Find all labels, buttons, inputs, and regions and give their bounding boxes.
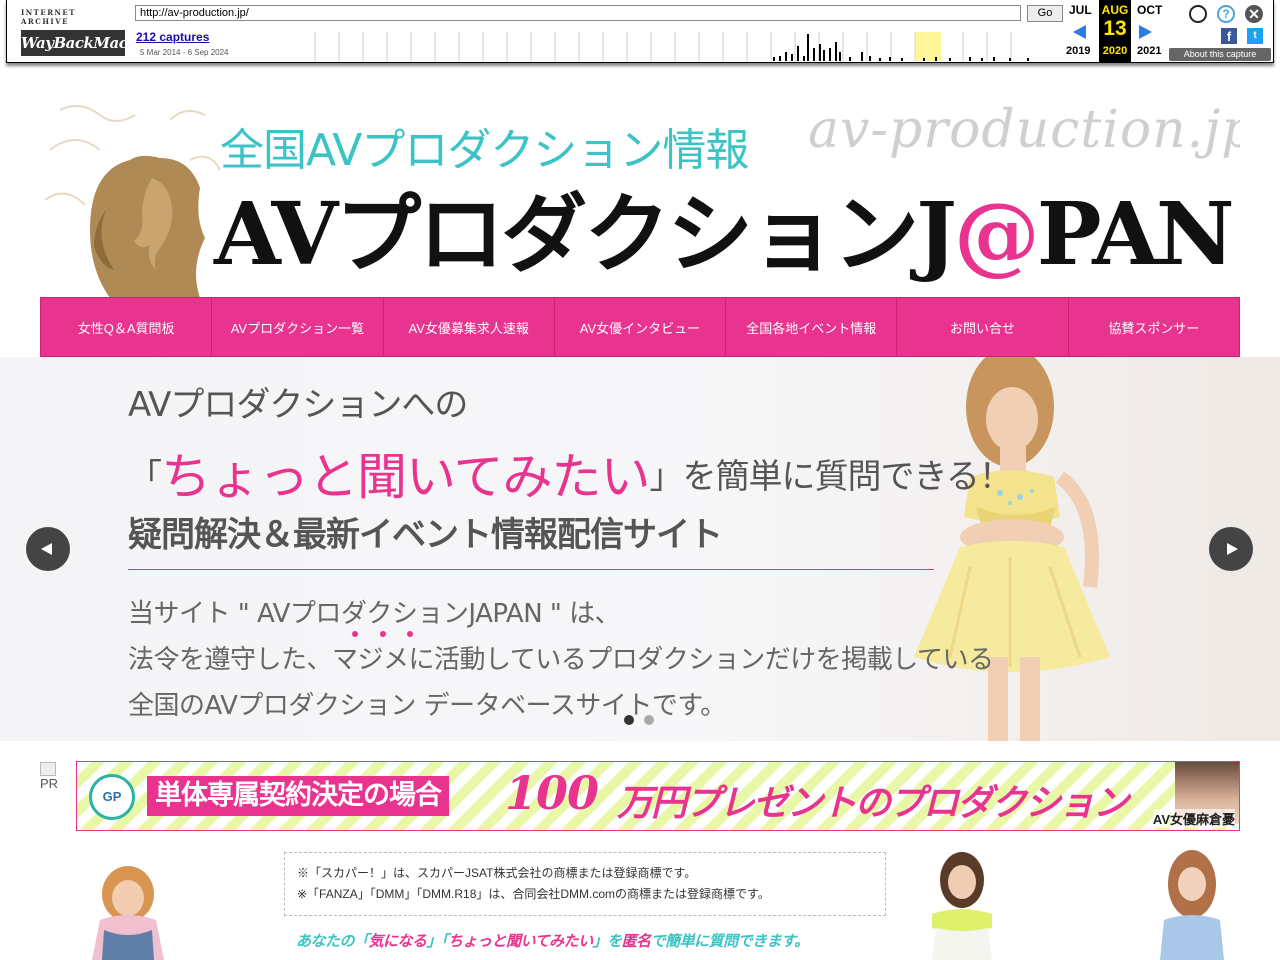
month-current: AUG <box>1101 3 1129 17</box>
wayback-logo[interactable]: INTERNET ARCHIVE WayBackMachine <box>21 8 163 56</box>
hero-heading-3: 疑問解決＆最新イベント情報配信サイト <box>128 515 723 555</box>
chevron-right-icon <box>1227 543 1238 555</box>
wayback-logo-main: WayBackMachine <box>21 30 163 56</box>
pr-caption: AV女優麻倉憂 <box>1152 809 1235 828</box>
wayback-go-button[interactable]: Go <box>1027 5 1063 22</box>
notice-line-2: ※「FANZA」「DMM」「DMM.R18」は、合同会社DMM.comの商標また… <box>297 887 770 901</box>
site-header: 全国AVプロダクション情報 av-production.jp AVプロダクション… <box>40 90 1240 298</box>
emphasis-dot <box>352 631 358 637</box>
hero-heading-2: 「ちょっと聞いてみたい」を簡単に質問できる！ <box>128 437 1013 509</box>
pr-alt-text: PR <box>40 776 59 791</box>
slider-next-button[interactable] <box>1209 527 1253 571</box>
wayback-capture-range: 5 Mar 2014 - 6 Sep 2024 <box>140 48 229 57</box>
nav-item-recruiting[interactable]: AV女優募集求人速報 <box>384 298 555 356</box>
tagline-part-6: 匿名 <box>621 932 652 950</box>
hero-paragraph-3: 全国のAVプロダクション データベースサイトです。 <box>128 691 726 721</box>
wayback-logo-top: INTERNET ARCHIVE <box>21 8 76 26</box>
year-next[interactable]: 2021 <box>1137 45 1161 57</box>
tagline-part-7: で簡単に質問できます。 <box>650 932 810 950</box>
hero-slider: AVプロダクションへの 「ちょっと聞いてみたい」を簡単に質問できる！ 疑問解決＆… <box>0 357 1280 741</box>
wayback-url-input[interactable]: http://av-production.jp/ <box>135 5 1021 21</box>
year-prev[interactable]: 2019 <box>1066 45 1090 57</box>
tagline: あなたの「気になる」「ちょっと聞いてみたい」を匿名で簡単に質問できます。 <box>296 930 809 951</box>
nav-item-events[interactable]: 全国各地イベント情報 <box>726 298 898 356</box>
close-icon[interactable]: ✕ <box>1245 5 1263 23</box>
slider-prev-button[interactable] <box>26 527 70 571</box>
prev-capture-arrow-icon[interactable] <box>1073 25 1086 39</box>
site-title-main: AVプロダクションJ <box>214 184 957 285</box>
month-next[interactable]: OCT <box>1137 3 1162 17</box>
twitter-icon[interactable]: t <box>1247 28 1263 44</box>
nav-item-sponsors[interactable]: 協賛スポンサー <box>1069 298 1239 356</box>
tagline-part-5: 」を <box>592 932 623 950</box>
emphasis-dot <box>380 631 386 637</box>
about-capture-button[interactable]: About this capture <box>1169 48 1271 61</box>
nav-item-contact[interactable]: お問い合せ <box>897 298 1069 356</box>
header-subtitle: 全国AVプロダクション情報 <box>220 125 749 176</box>
tagline-part-4: ちょっと聞いてみたい <box>448 932 593 950</box>
header-domain: av-production.jp <box>808 100 1240 160</box>
pr-banner[interactable]: GP 単体専属契約決定の場合 100 万円プレゼントのプロダクション AV女優麻… <box>76 761 1240 831</box>
pr-banner-text-1: 単体専属契約決定の場合 <box>147 776 449 816</box>
next-capture-arrow-icon[interactable] <box>1139 25 1152 39</box>
emphasis-dot <box>407 631 413 637</box>
main-nav: 女性Q＆A質問板 AVプロダクション一覧 AV女優募集求人速報 AV女優インタビ… <box>40 297 1240 357</box>
decor-girl-center-image <box>932 852 992 960</box>
slider-dot-1[interactable] <box>624 715 634 725</box>
month-prev[interactable]: JUL <box>1069 3 1092 17</box>
pr-banner-amount: 100 <box>505 766 599 820</box>
user-icon[interactable] <box>1189 5 1207 23</box>
chevron-left-icon <box>41 543 52 555</box>
site-title-end: PAN <box>1036 184 1235 285</box>
decor-girl-left-image <box>92 866 164 960</box>
header-silhouette-logo[interactable] <box>40 90 240 298</box>
hero-heading-2-rest: 」を簡単に質問できる！ <box>649 457 1013 497</box>
hero-paragraph-1: 当サイト " AVプロダクションJAPAN " は、 <box>128 599 621 629</box>
help-icon[interactable]: ? <box>1217 5 1235 23</box>
hero-model-image <box>914 357 1110 741</box>
wayback-toolbar: INTERNET ARCHIVE WayBackMachine http://a… <box>6 0 1274 63</box>
decor-girl-right-image <box>1160 850 1224 960</box>
hero-heading-2-highlight: ちょっと聞いてみたい <box>161 448 650 506</box>
nav-item-qa-board[interactable]: 女性Q＆A質問板 <box>41 298 213 356</box>
nav-item-interview[interactable]: AV女優インタビュー <box>555 298 727 356</box>
site-title-at: @ <box>953 184 1040 285</box>
trademark-notice: ※「スカパー！」は、スカパーJSAT株式会社の商標または登録商標です。 ※「FA… <box>284 852 886 916</box>
site-title[interactable]: AVプロダクションJ@PAN <box>214 192 1235 278</box>
broken-image-icon <box>40 762 56 776</box>
hero-divider <box>128 569 934 570</box>
year-current: 2020 <box>1102 45 1128 57</box>
hero-heading-1: AVプロダクションへの <box>128 385 468 425</box>
slider-dot-2[interactable] <box>644 715 654 725</box>
notice-line-1: ※「スカパー！」は、スカパーJSAT株式会社の商標または登録商標です。 <box>297 866 697 880</box>
nav-item-production-list[interactable]: AVプロダクション一覧 <box>212 298 384 356</box>
capture-sparkline[interactable] <box>309 32 1039 61</box>
hero-paragraph-2: 法令を遵守した、マジメに活動しているプロダクションだけを掲載している <box>128 645 994 675</box>
tagline-part-2: 気になる <box>368 932 428 950</box>
gp-logo: GP <box>89 774 135 820</box>
day-current: 13 <box>1103 17 1127 40</box>
facebook-icon[interactable]: f <box>1221 28 1237 44</box>
pr-broken-image[interactable]: PR <box>40 762 58 791</box>
hero-heading-2-open: 「 <box>128 457 162 497</box>
current-capture-date: AUG 13 2020 <box>1099 0 1131 62</box>
tagline-part-3: 」「 <box>426 932 449 950</box>
wayback-captures-link[interactable]: 212 captures <box>136 30 209 44</box>
pr-banner-text-2: 万円プレゼントのプロダクション <box>617 783 1129 824</box>
tagline-part-1: あなたの「 <box>296 932 369 950</box>
